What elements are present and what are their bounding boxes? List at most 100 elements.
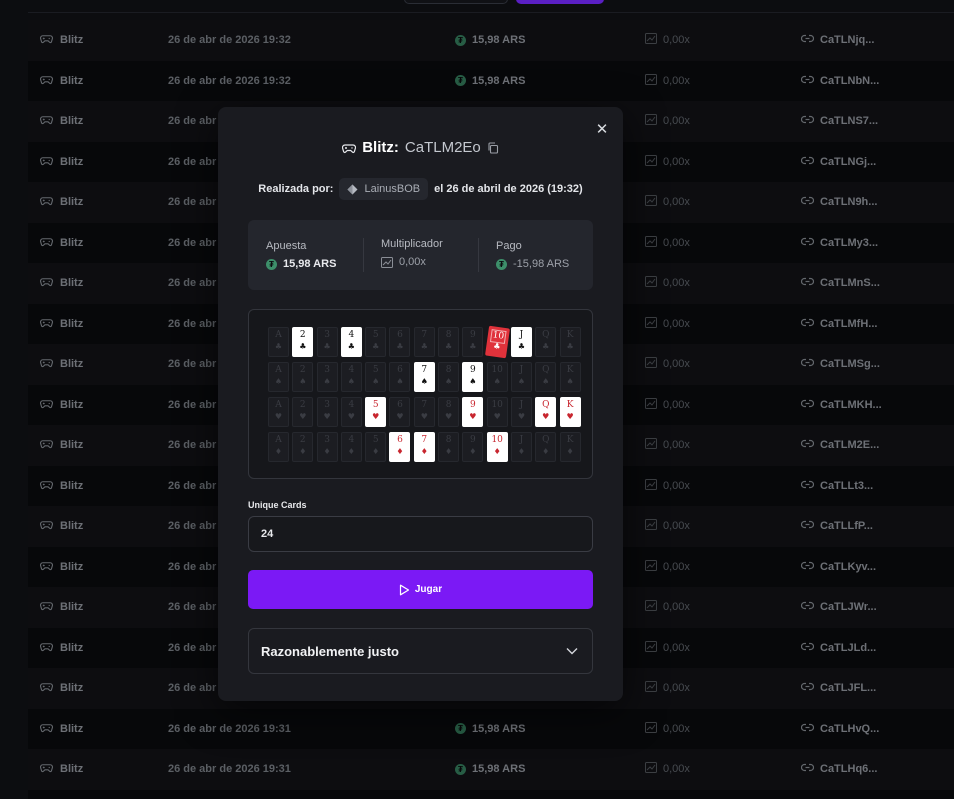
card-suit: ♠ bbox=[396, 377, 404, 386]
card-rank: 3 bbox=[324, 330, 330, 340]
card-suit: ♦ bbox=[274, 447, 283, 456]
primary-filter-button[interactable] bbox=[516, 0, 604, 4]
card-suit: ♦ bbox=[396, 447, 404, 456]
playing-card: A ♣ bbox=[268, 327, 289, 357]
playing-card: Q ♦ bbox=[535, 432, 557, 462]
card-rank: 4 bbox=[348, 330, 355, 340]
playing-card: 9 ♣ bbox=[462, 327, 484, 357]
stat-bet: Apuesta ₮ 15,98 ARS bbox=[248, 220, 363, 290]
card-rank: J bbox=[519, 365, 524, 375]
playing-card: A ♠ bbox=[268, 362, 289, 392]
provably-fair-accordion[interactable]: Razonablemente justo bbox=[248, 628, 593, 674]
card-suit: ♦ bbox=[493, 447, 501, 456]
card-rank: Q bbox=[542, 435, 550, 445]
card-rank: Q bbox=[542, 365, 550, 375]
card-rank: J bbox=[519, 330, 524, 340]
stat-bet-value: 15,98 ARS bbox=[283, 258, 337, 270]
bet-detail-modal: ✕ Blitz: CaTLM2Eo Realizada por: LainusB… bbox=[218, 107, 623, 701]
card-rank: 9 bbox=[470, 365, 476, 375]
card-rank: 3 bbox=[324, 435, 330, 445]
card-suit: ♦ bbox=[444, 447, 453, 456]
close-icon[interactable]: ✕ bbox=[595, 122, 609, 137]
card-suit: ♠ bbox=[469, 377, 477, 386]
playing-card: 5 ♣ bbox=[365, 327, 387, 357]
card-rank: 10 bbox=[491, 435, 503, 445]
chevron-down-icon bbox=[566, 648, 578, 655]
card-rank: 6 bbox=[397, 330, 403, 340]
playing-card: 4 ♥ bbox=[340, 397, 362, 427]
card-rank: 4 bbox=[348, 365, 355, 375]
bet-date: el 26 de abril de 2026 (19:32) bbox=[434, 183, 583, 195]
playing-card: 7 ♦ bbox=[413, 432, 435, 462]
card-rank: K bbox=[566, 365, 574, 375]
card-suit: ♥ bbox=[444, 412, 453, 421]
playing-card: 6 ♦ bbox=[389, 432, 411, 462]
tether-icon: ₮ bbox=[496, 258, 507, 270]
card-rank: Q bbox=[542, 330, 550, 340]
playing-card: 7 ♠ bbox=[413, 362, 435, 392]
card-rank: 4 bbox=[348, 400, 355, 410]
card-suit: ♣ bbox=[469, 342, 477, 351]
card-rank: Q bbox=[542, 400, 550, 410]
stat-pay-label: Pago bbox=[496, 240, 522, 252]
card-suit: ♥ bbox=[274, 412, 283, 421]
playing-card: 5 ♠ bbox=[365, 362, 387, 392]
playing-card: 10 ♦ bbox=[486, 432, 508, 462]
unique-cards-label: Unique Cards bbox=[248, 500, 307, 510]
card-rank: 5 bbox=[372, 435, 379, 445]
playing-card: 3 ♠ bbox=[316, 362, 338, 392]
card-rank: J bbox=[519, 400, 524, 410]
playing-card: 4 ♦ bbox=[340, 432, 362, 462]
playing-card: J ♥ bbox=[510, 397, 532, 427]
card-suit: ♦ bbox=[542, 447, 550, 456]
playing-card: A ♥ bbox=[268, 397, 289, 427]
playing-card: K ♣ bbox=[559, 327, 581, 357]
card-suit: ♣ bbox=[517, 342, 526, 351]
user-chip[interactable]: LainusBOB bbox=[339, 178, 429, 200]
playing-card: 9 ♥ bbox=[462, 397, 484, 427]
card-rank: 6 bbox=[397, 435, 403, 445]
card-suit: ♦ bbox=[299, 447, 307, 456]
playing-card: A ♦ bbox=[268, 432, 289, 462]
play-button[interactable]: Jugar bbox=[248, 570, 593, 609]
playing-card: Q ♥ bbox=[535, 397, 557, 427]
playing-card: 8 ♦ bbox=[438, 432, 460, 462]
playing-card: 3 ♣ bbox=[316, 327, 338, 357]
bet-stats: Apuesta ₮ 15,98 ARS Multiplicador 0,00x … bbox=[248, 220, 593, 290]
card-suit: ♥ bbox=[493, 412, 501, 421]
playing-card: 9 ♠ bbox=[462, 362, 484, 392]
card-rank: A bbox=[275, 330, 282, 340]
playing-card: 6 ♣ bbox=[389, 327, 411, 357]
card-rank: A bbox=[275, 400, 282, 410]
card-rank: 7 bbox=[421, 365, 428, 375]
playing-card: 8 ♠ bbox=[438, 362, 460, 392]
card-suit: ♣ bbox=[566, 342, 574, 351]
playing-card: Q ♣ bbox=[535, 327, 557, 357]
card-rank: 5 bbox=[372, 400, 379, 410]
playing-card: 2 ♠ bbox=[292, 362, 314, 392]
unique-cards-input[interactable]: 24 bbox=[248, 516, 593, 552]
card-suit: ♠ bbox=[566, 377, 574, 386]
card-row: A ♣ 2 ♣ 3 ♣ 4 ♣ 5 ♣ 6 ♣ 7 ♣ 8 ♣ 9 ♣ 10 ♣ J ♣ Q ♣ K ♣ bbox=[268, 325, 581, 359]
playing-card: J ♣ bbox=[510, 327, 532, 357]
copy-icon[interactable] bbox=[487, 141, 499, 154]
card-rank: 2 bbox=[299, 435, 306, 445]
modal-bet-id: CaTLM2Eo bbox=[404, 139, 481, 156]
card-suit: ♣ bbox=[420, 342, 428, 351]
playing-card: 3 ♥ bbox=[316, 397, 338, 427]
playing-card: K ♦ bbox=[559, 432, 581, 462]
filter-button[interactable] bbox=[404, 0, 508, 4]
card-suit: ♣ bbox=[542, 342, 550, 351]
card-suit: ♥ bbox=[372, 412, 380, 421]
card-suit: ♠ bbox=[517, 377, 526, 386]
card-rank: K bbox=[566, 330, 574, 340]
playing-card: K ♠ bbox=[559, 362, 581, 392]
header-divider bbox=[28, 12, 954, 13]
stat-pay-value: -15,98 ARS bbox=[513, 258, 570, 270]
playing-card: 2 ♣ bbox=[292, 327, 314, 357]
stat-payout: Pago ₮ -15,98 ARS bbox=[478, 220, 593, 290]
chart-icon bbox=[381, 256, 393, 268]
card-rank: 5 bbox=[372, 330, 379, 340]
modal-game-name: Blitz: bbox=[362, 139, 399, 156]
card-suit: ♣ bbox=[274, 342, 283, 351]
